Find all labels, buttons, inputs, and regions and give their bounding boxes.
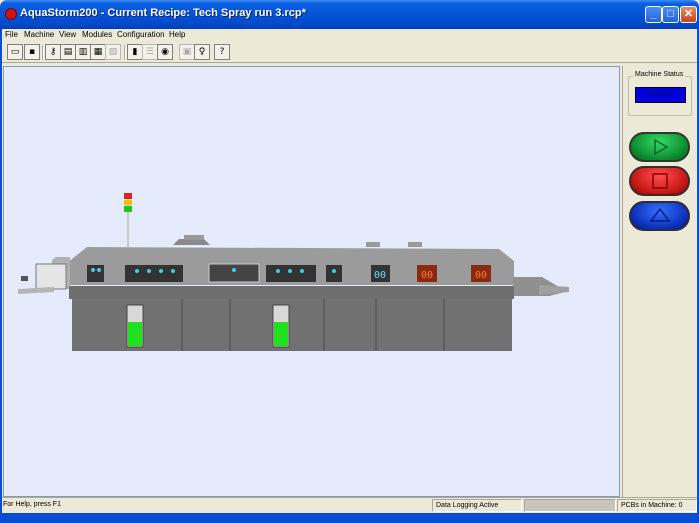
window-frame (0, 29, 2, 513)
module-display-8: 00 (475, 270, 487, 281)
monitor-icon[interactable]: ▥ (75, 44, 91, 60)
machine-status-group: Machine Status Manual (628, 71, 692, 116)
key-icon[interactable]: ⚷ (45, 44, 61, 60)
menu-configuration[interactable]: Configuration (117, 30, 165, 39)
signal-beacon (124, 193, 132, 212)
entry-sensor (21, 276, 28, 281)
window-title: AquaStorm200 - Current Recipe: Tech Spra… (20, 7, 306, 19)
menu-modules[interactable]: Modules (82, 30, 112, 39)
close-button[interactable]: ✕ (680, 6, 697, 23)
context-help-icon[interactable]: ? (214, 44, 230, 60)
module-panel-1 (87, 265, 104, 282)
output-conveyor (539, 285, 569, 295)
module-panel-5 (326, 265, 342, 282)
machine-belt-housing (69, 286, 514, 299)
save-disk-icon[interactable]: ▪ (24, 44, 40, 60)
conveyor-icon[interactable]: ▤ (60, 44, 76, 60)
help-hint: For Help, press F1 (3, 501, 61, 508)
vent-cap (184, 235, 204, 240)
input-conveyor (18, 287, 54, 294)
panel-indicator (91, 268, 95, 272)
grid-icon[interactable]: ▧ (105, 44, 121, 60)
panel-indicator (300, 269, 304, 273)
window-frame (0, 513, 699, 523)
light-bulb-icon[interactable]: ♀ (194, 44, 210, 60)
app-icon[interactable] (5, 8, 17, 20)
title-bar: AquaStorm200 - Current Recipe: Tech Spra… (0, 0, 699, 29)
menu-help[interactable]: Help (169, 30, 185, 39)
progress-pane (524, 499, 616, 512)
pcb-count: PCBs in Machine: 0 (617, 499, 697, 512)
panel-indicator (171, 269, 175, 273)
open-folder-icon[interactable]: ▭ (7, 44, 23, 60)
minimize-button[interactable]: _ (645, 6, 662, 23)
module-panel-4 (266, 265, 316, 282)
toolbar-separator (42, 45, 44, 60)
clipboard-icon[interactable]: ▦ (90, 44, 106, 60)
tank-level-2 (274, 322, 288, 346)
toolbar: ▭ ▪ ⚷ ▤ ▥ ▦ ▧ ▮ ☰ ◉ ▣ ♀ ? (0, 42, 699, 63)
data-logging-status: Data Logging Active (432, 499, 522, 512)
panel-indicator (159, 269, 163, 273)
panel-indicator (97, 268, 101, 272)
eject-button[interactable] (629, 201, 690, 231)
panel-indicator (135, 269, 139, 273)
panel-indicator (288, 269, 292, 273)
menu-bar: File Machine View Modules Configuration … (0, 29, 699, 42)
panel-indicator (232, 268, 236, 272)
machine-status-label: Machine Status (633, 71, 686, 78)
status-bar: For Help, press F1 Data Logging Active P… (0, 497, 699, 513)
module-panel-3 (208, 263, 260, 283)
minimize-icon: _ (650, 8, 657, 20)
vent-small (408, 242, 422, 247)
start-button[interactable] (629, 132, 690, 162)
panel-indicator (332, 269, 336, 273)
panel-indicator (147, 269, 151, 273)
module-display-7: 00 (421, 270, 433, 281)
play-icon (653, 138, 668, 156)
beacon-green (124, 206, 132, 212)
beacon-red (124, 193, 132, 199)
panel-indicator (276, 269, 280, 273)
menu-file[interactable]: File (5, 30, 18, 39)
chart-icon[interactable]: ▮ (127, 44, 143, 60)
tank-level-1 (128, 322, 142, 346)
machine-diagram: 00 00 00 (18, 193, 569, 351)
machine-status-value: Manual (635, 87, 686, 103)
machine-view[interactable]: 00 00 00 (3, 66, 620, 497)
vent-small (366, 242, 380, 247)
operator-screen (35, 263, 67, 290)
close-icon: ✕ (683, 8, 694, 20)
stop-icon (651, 173, 668, 189)
beacon-amber (124, 200, 132, 205)
module-panel-2 (125, 265, 183, 282)
list-icon[interactable]: ☰ (142, 44, 158, 60)
eject-icon (649, 207, 670, 222)
maximize-icon: □ (667, 8, 674, 20)
pump-icon[interactable]: ◉ (157, 44, 173, 60)
side-panel: Machine Status Manual (622, 66, 696, 497)
lock-icon[interactable]: ▣ (179, 44, 195, 60)
module-display-6: 00 (374, 270, 386, 281)
module-panels: 00 00 00 (87, 263, 491, 283)
maximize-button[interactable]: □ (662, 6, 679, 23)
menu-machine[interactable]: Machine (24, 30, 54, 39)
stop-button[interactable] (629, 166, 690, 196)
menu-view[interactable]: View (59, 30, 76, 39)
toolbar-separator (124, 45, 126, 60)
